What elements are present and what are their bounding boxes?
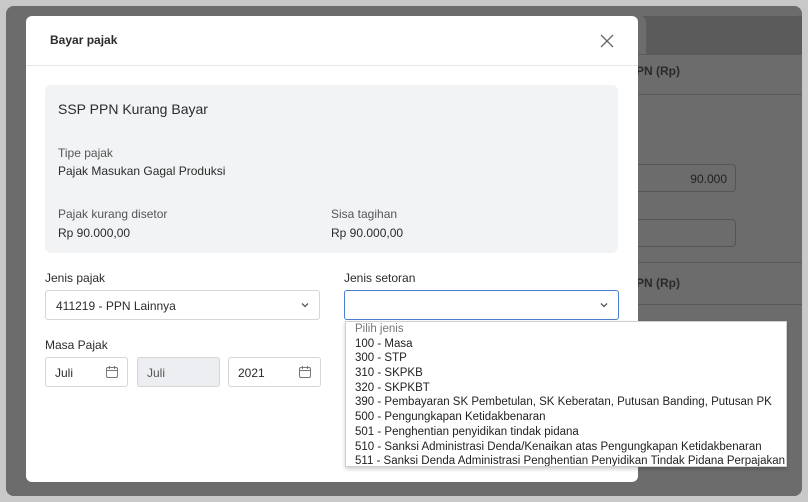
tax-info-box: SSP PPN Kurang Bayar Tipe pajak Pajak Ma… <box>45 85 618 253</box>
background-field <box>636 219 736 247</box>
dropdown-option[interactable]: 501 - Penghentian penyidikan tindak pida… <box>346 425 786 440</box>
info-title: SSP PPN Kurang Bayar <box>58 101 208 117</box>
masa-pajak-label: Masa Pajak <box>45 338 108 352</box>
from-month-value: Juli <box>55 366 74 380</box>
dropdown-option[interactable]: 310 - SKPKB <box>346 366 786 381</box>
screen: PN (Rp) 90.000 PN (Rp) Bayar pajak SSP P… <box>6 6 802 496</box>
to-month-value: Juli <box>147 366 166 380</box>
calendar-icon <box>299 366 311 378</box>
dropdown-option[interactable]: 510 - Sanksi Administrasi Denda/Kenaikan… <box>346 440 786 455</box>
masa-pajak-year[interactable]: 2021 <box>228 357 321 387</box>
background-amount-field: 90.000 <box>636 164 736 192</box>
jenis-setoran-label: Jenis setoran <box>344 271 416 285</box>
jenis-pajak-select[interactable]: 411219 - PPN Lainnya <box>45 290 320 320</box>
tipe-pajak-value: Pajak Masukan Gagal Produksi <box>58 164 226 178</box>
window-frame: PN (Rp) 90.000 PN (Rp) Bayar pajak SSP P… <box>0 0 808 502</box>
dropdown-option[interactable]: 511 - Sanksi Denda Administrasi Penghent… <box>346 454 786 466</box>
tipe-pajak-label: Tipe pajak <box>58 146 113 160</box>
chevron-down-icon <box>301 303 309 308</box>
background-divider <box>636 304 802 305</box>
year-value: 2021 <box>238 366 265 380</box>
dropdown-option[interactable]: 500 - Pengungkapan Ketidakbenaran <box>346 410 786 425</box>
dropdown-option[interactable]: 390 - Pembayaran SK Pembetulan, SK Keber… <box>346 395 786 410</box>
pajak-kurang-disetor-label: Pajak kurang disetor <box>58 207 168 221</box>
masa-pajak-to-month: Juli <box>137 357 220 387</box>
sisa-tagihan-label: Sisa tagihan <box>331 207 398 221</box>
jenis-pajak-value: 411219 - PPN Lainnya <box>56 299 176 313</box>
background-column-header: PN (Rp) <box>636 64 680 78</box>
modal-title: Bayar pajak <box>50 33 118 47</box>
close-icon[interactable] <box>598 32 616 50</box>
calendar-icon <box>106 366 118 378</box>
background-divider <box>636 262 802 263</box>
dropdown-option[interactable]: 300 - STP <box>346 351 786 366</box>
modal-header: Bayar pajak <box>26 16 638 66</box>
dropdown-option[interactable]: Pilih jenis <box>346 322 786 337</box>
pajak-kurang-disetor-value: Rp 90.000,00 <box>58 226 131 240</box>
jenis-setoran-select[interactable] <box>344 290 619 320</box>
jenis-pajak-label: Jenis pajak <box>45 271 106 285</box>
sisa-tagihan-value: Rp 90.000,00 <box>331 226 404 240</box>
dropdown-option[interactable]: 320 - SKPKBT <box>346 381 786 396</box>
dropdown-option[interactable]: 100 - Masa <box>346 337 786 352</box>
jenis-setoran-dropdown: Pilih jenis 100 - Masa 300 - STP 310 - S… <box>345 321 787 467</box>
chevron-down-icon <box>600 303 608 308</box>
masa-pajak-from-month[interactable]: Juli <box>45 357 128 387</box>
background-column-header: PN (Rp) <box>636 276 680 290</box>
background-divider <box>636 54 802 55</box>
background-divider <box>636 94 802 95</box>
